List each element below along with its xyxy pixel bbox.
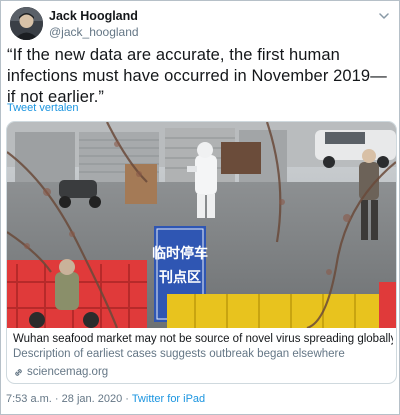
footer-separator: · bbox=[54, 393, 59, 405]
translate-tweet-link[interactable]: Tweet vertalen bbox=[7, 102, 79, 114]
card-body: Wuhan seafood market may not be source o… bbox=[7, 328, 396, 383]
tweet-source-link[interactable]: Twitter for iPad bbox=[132, 393, 205, 405]
avatar[interactable] bbox=[10, 7, 43, 40]
card-description: Description of earliest cases suggests o… bbox=[13, 348, 345, 360]
card-image: 临时停车 刊点区 bbox=[7, 122, 396, 328]
card-domain-text: sciencemag.org bbox=[27, 366, 109, 378]
avatar-photo bbox=[10, 7, 43, 40]
tweet-text: “If the new data are accurate, the first… bbox=[7, 46, 387, 106]
sign-text-line2: 刊点区 bbox=[159, 269, 201, 286]
more-options-chevron-down-icon[interactable] bbox=[377, 9, 391, 23]
link-preview-card[interactable]: 临时停车 刊点区 Wuhan seafood market may not be… bbox=[6, 121, 397, 384]
tweet-time[interactable]: 7:53 a.m. bbox=[6, 393, 52, 405]
footer-separator: · bbox=[125, 393, 129, 405]
link-icon bbox=[15, 368, 22, 376]
card-title[interactable]: Wuhan seafood market may not be source o… bbox=[13, 333, 393, 345]
card-domain: sciencemag.org bbox=[13, 365, 108, 379]
sign-text-line1: 临时停车 bbox=[152, 245, 208, 262]
tweet-footer: 7:53 a.m. · 28 jan. 2020 · Twitter for i… bbox=[6, 393, 205, 405]
tweet-date[interactable]: 28 jan. 2020 bbox=[62, 393, 123, 405]
author-handle[interactable]: @jack_hoogland bbox=[49, 25, 139, 39]
tweet-container: Jack Hoogland @jack_hoogland “If the new… bbox=[0, 0, 400, 415]
author-name[interactable]: Jack Hoogland bbox=[49, 9, 138, 23]
